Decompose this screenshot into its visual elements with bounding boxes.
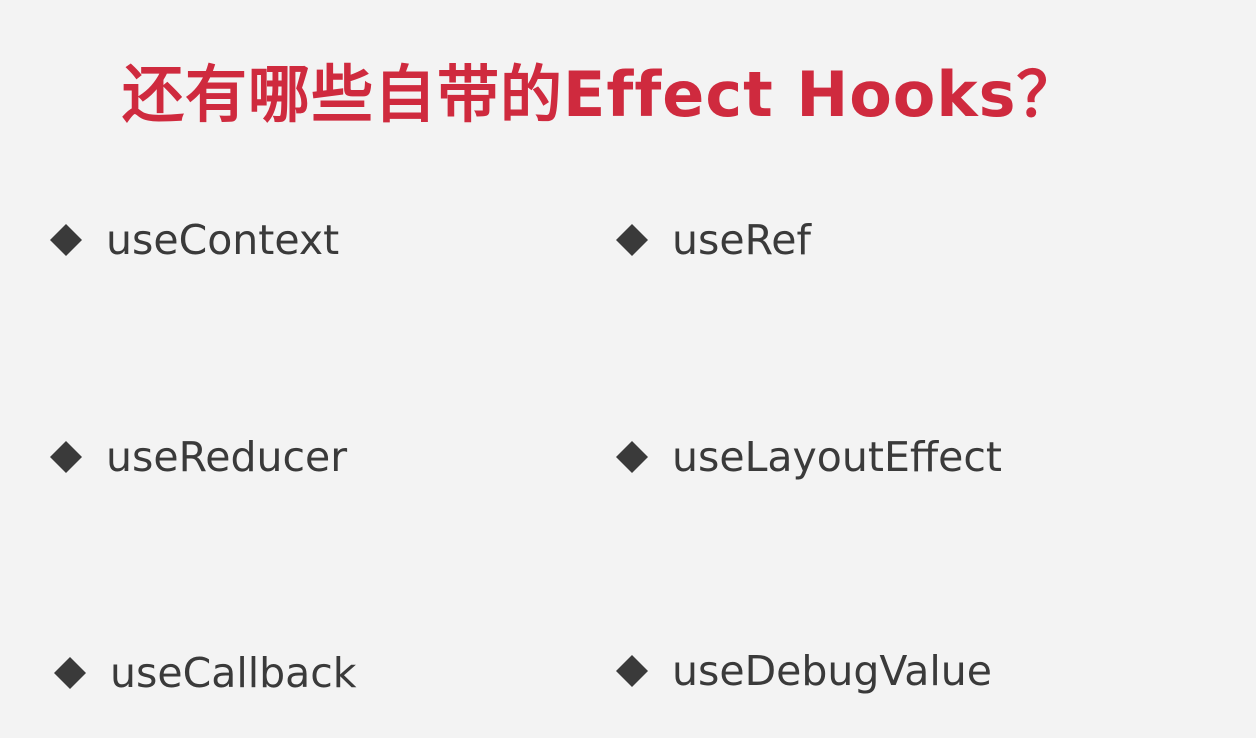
list-item: useReducer [48,427,347,487]
diamond-icon [48,439,84,475]
hook-name: useReducer [106,433,348,481]
hook-name: useDebugValue [672,647,992,695]
hook-name: useContext [106,216,340,264]
list-item: useDebugValue [614,641,992,701]
hook-name: useRef [672,216,811,264]
diamond-icon [48,222,84,258]
list-item: useCallback [52,643,357,703]
list-item: useLayoutEffect [614,427,1002,487]
hook-name: useLayoutEffect [672,433,1002,481]
diamond-icon [614,222,650,258]
slide-title: 还有哪些自带的Effect Hooks？ [122,58,1080,131]
diamond-icon [614,653,650,689]
diamond-icon [52,655,88,691]
hook-name: useCallback [110,649,357,697]
diamond-icon [614,439,650,475]
list-item: useRef [614,210,811,270]
slide: 还有哪些自带的Effect Hooks？ useContext useRef u… [0,0,1256,738]
list-item: useContext [48,210,339,270]
